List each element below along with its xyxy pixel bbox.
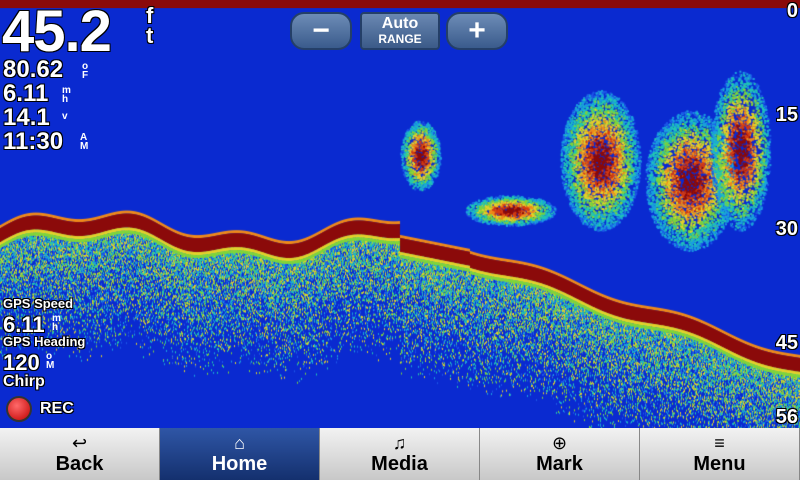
speed-value: 6.11 bbox=[3, 80, 49, 107]
music-note-icon: ♫ bbox=[392, 433, 407, 453]
nav-label: Media bbox=[371, 453, 428, 475]
range-minus-button[interactable]: − bbox=[290, 12, 352, 50]
water-temp-unit: oF bbox=[82, 61, 89, 81]
bottom-nav-bar: ↩ Back ⌂ Home ♫ Media ⊕ Mark ≡ Menu bbox=[0, 428, 800, 480]
nav-home-button[interactable]: ⌂ Home bbox=[160, 428, 320, 480]
home-icon: ⌂ bbox=[234, 433, 245, 453]
scale-label-30: 30 bbox=[775, 218, 798, 240]
voltage-value: 14.1 bbox=[3, 104, 50, 131]
voltage-unit: v bbox=[62, 111, 68, 122]
sonar-display bbox=[0, 0, 800, 428]
nav-mark-button[interactable]: ⊕ Mark bbox=[480, 428, 640, 480]
water-temp-value: 80.62 bbox=[3, 56, 64, 83]
nav-label: Mark bbox=[536, 453, 583, 475]
range-mode-label: Auto bbox=[381, 15, 419, 32]
gps-speed-unit: mh bbox=[52, 313, 61, 333]
plus-icon: + bbox=[468, 14, 486, 47]
depth-unit-bottom: t bbox=[146, 23, 154, 48]
time-value: 11:30 bbox=[3, 128, 64, 155]
surface-band bbox=[0, 0, 800, 8]
speed-unit: mh bbox=[62, 85, 71, 105]
rec-label: REC bbox=[40, 400, 74, 417]
gps-heading-label: GPS Heading bbox=[3, 334, 86, 349]
nav-label: Back bbox=[55, 453, 104, 475]
scale-label-56: 56 bbox=[775, 406, 798, 428]
scale-label-0: 0 bbox=[786, 0, 798, 22]
nav-label: Menu bbox=[693, 453, 746, 475]
nav-back-button[interactable]: ↩ Back bbox=[0, 428, 160, 480]
depth-unit: f t bbox=[146, 5, 154, 48]
range-plus-button[interactable]: + bbox=[446, 12, 508, 50]
nav-menu-button[interactable]: ≡ Menu bbox=[640, 428, 800, 480]
time-ampm: AM bbox=[80, 132, 89, 152]
auto-range-button[interactable]: Auto RANGE bbox=[360, 12, 440, 50]
scale-label-45: 45 bbox=[775, 332, 798, 354]
gps-speed-label: GPS Speed bbox=[3, 296, 74, 311]
nav-media-button[interactable]: ♫ Media bbox=[320, 428, 480, 480]
scale-label-15: 15 bbox=[775, 104, 798, 126]
back-arrow-icon: ↩ bbox=[71, 433, 88, 453]
depth-value: 45.2 bbox=[2, 0, 112, 64]
gps-heading-unit: oM bbox=[46, 351, 55, 371]
crosshair-icon: ⊕ bbox=[551, 433, 568, 453]
menu-list-icon: ≡ bbox=[714, 433, 725, 453]
range-sub-label: RANGE bbox=[378, 32, 422, 46]
record-button[interactable] bbox=[6, 396, 32, 422]
nav-label: Home bbox=[211, 453, 268, 475]
minus-icon: − bbox=[312, 14, 330, 47]
sonar-mode-label: Chirp bbox=[3, 373, 45, 390]
